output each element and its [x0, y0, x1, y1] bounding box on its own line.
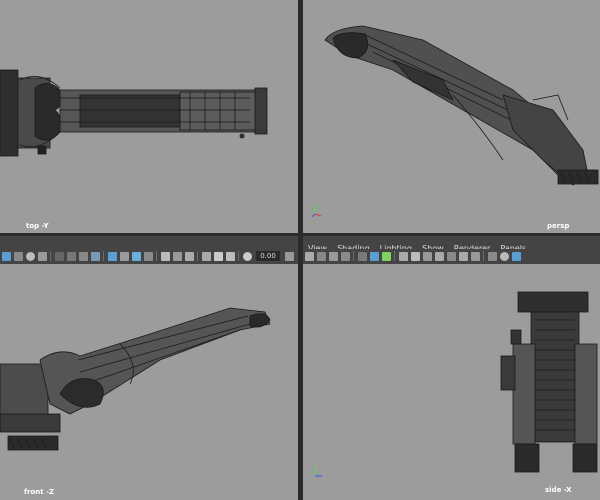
field-chart-icon[interactable]: [172, 251, 182, 261]
light-icon[interactable]: [107, 251, 117, 261]
two-d-pan-icon[interactable]: [340, 251, 350, 261]
viewport-label-persp: persp: [547, 222, 570, 230]
image-plane-icon[interactable]: [328, 251, 338, 261]
axis-gizmo-side: [314, 466, 322, 477]
antialias-icon[interactable]: [143, 251, 153, 261]
viewport-label-front: front -Z: [24, 488, 55, 496]
smooth-shade-icon[interactable]: [499, 251, 509, 261]
wireframe-icon[interactable]: [487, 251, 497, 261]
camera-icon[interactable]: [1, 251, 11, 261]
gamma-icon[interactable]: [284, 251, 294, 261]
xray-icon[interactable]: [90, 251, 100, 261]
exposure-icon[interactable]: [242, 251, 252, 261]
grid-toggle-icon[interactable]: [54, 251, 64, 261]
ambient-occlusion-icon[interactable]: [131, 251, 141, 261]
highlighted-tool-icon[interactable]: [381, 251, 391, 261]
front-view-model: [0, 307, 271, 451]
film-gate-icon[interactable]: [213, 251, 223, 261]
viewport-label-top: top -Y: [26, 222, 49, 230]
exposure-field[interactable]: 0.00: [256, 251, 280, 261]
viewport-label-side: side -X: [545, 486, 572, 494]
persp-viewport[interactable]: persp: [303, 0, 600, 233]
side-view-model: [500, 291, 598, 473]
persp-view-model: [324, 25, 599, 186]
field-chart-icon[interactable]: [446, 251, 456, 261]
resolution-gate-icon[interactable]: [160, 251, 170, 261]
safe-action-icon[interactable]: [458, 251, 468, 261]
front-viewport[interactable]: front -Z: [0, 264, 298, 500]
front-panel-toolbar: 0.00 1.00: [0, 249, 336, 263]
select-icon[interactable]: [66, 251, 76, 261]
persp-panel-menubar: View Shading Lighting Show Renderer Pane…: [303, 236, 600, 253]
bookmark-icon[interactable]: [316, 251, 326, 261]
side-viewport[interactable]: side -X: [303, 264, 600, 500]
default-material-icon[interactable]: [511, 251, 521, 261]
resolution-gate-icon[interactable]: [422, 251, 432, 261]
select-camera-icon[interactable]: [369, 251, 379, 261]
textured-icon[interactable]: [37, 251, 47, 261]
film-gate-icon[interactable]: [410, 251, 420, 261]
side-panel-toolbar: [303, 249, 600, 263]
top-viewport[interactable]: top -Y: [0, 0, 298, 233]
camera-icon[interactable]: [304, 251, 314, 261]
camera-attributes-icon[interactable]: [201, 251, 211, 261]
shadow-icon[interactable]: [119, 251, 129, 261]
gate-mask-icon[interactable]: [434, 251, 444, 261]
smooth-shade-icon[interactable]: [25, 251, 35, 261]
top-view-model: [0, 69, 268, 157]
axis-gizmo-persp: [311, 204, 322, 218]
isolate-icon[interactable]: [78, 251, 88, 261]
gate-mask-icon[interactable]: [225, 251, 235, 261]
wireframe-icon[interactable]: [13, 251, 23, 261]
grease-pencil-icon[interactable]: [357, 251, 367, 261]
safe-action-icon[interactable]: [184, 251, 194, 261]
grid-icon[interactable]: [398, 251, 408, 261]
safe-title-icon[interactable]: [470, 251, 480, 261]
